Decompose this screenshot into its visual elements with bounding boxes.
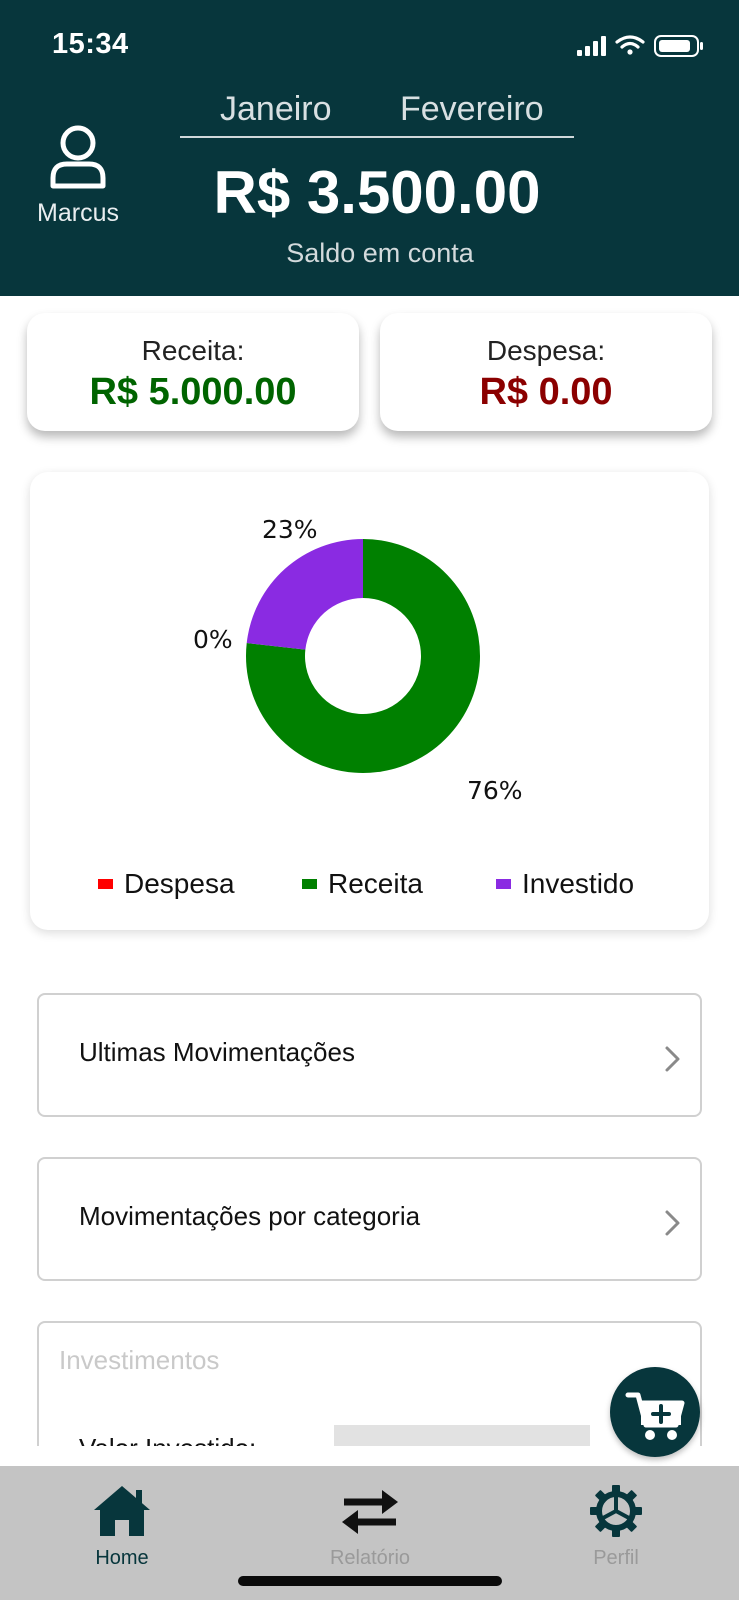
invested-value-placeholder bbox=[334, 1425, 590, 1447]
transactions-by-category-row[interactable]: Movimentações por categoria bbox=[37, 1157, 702, 1281]
investments-title: Investimentos bbox=[59, 1345, 220, 1375]
legend-label-receita: Receita bbox=[328, 868, 423, 899]
legend-swatch-despesa bbox=[98, 879, 113, 889]
slice-label-receita: 76% bbox=[467, 776, 523, 805]
cart-plus-icon bbox=[625, 1392, 685, 1440]
battery-icon bbox=[654, 35, 703, 57]
tab-report[interactable]: Relatório bbox=[290, 1484, 450, 1570]
legend-swatch-receita bbox=[302, 879, 317, 889]
income-value: R$ 5.000.00 bbox=[89, 371, 297, 413]
add-transaction-button[interactable] bbox=[610, 1367, 700, 1457]
signal-icon bbox=[577, 36, 606, 56]
month-selector[interactable]: Janeiro Fevereiro bbox=[180, 88, 574, 138]
tab-profile-label: Perfil bbox=[593, 1547, 639, 1569]
donut-slice-investido bbox=[246, 539, 363, 650]
wifi-icon bbox=[615, 35, 645, 55]
legend-label-despesa: Despesa bbox=[124, 868, 235, 899]
legend-item-investido: Investido bbox=[496, 868, 634, 900]
account-balance: R$ 3.500.00 bbox=[213, 159, 541, 226]
transactions-by-category-label: Movimentações por categoria bbox=[79, 1201, 421, 1231]
recent-transactions-row[interactable]: Ultimas Movimentações bbox=[37, 993, 702, 1117]
income-label: Receita: bbox=[141, 335, 245, 366]
tab-home[interactable]: Home bbox=[42, 1484, 202, 1570]
gear-icon bbox=[590, 1485, 642, 1537]
expense-card: Despesa: R$ 0.00 bbox=[380, 313, 712, 431]
month-january[interactable]: Janeiro bbox=[220, 90, 332, 129]
chevron-right-icon bbox=[665, 1210, 680, 1236]
expense-label: Despesa: bbox=[486, 335, 606, 366]
tab-home-label: Home bbox=[95, 1547, 149, 1569]
donut-chart: 0% 76% 23% bbox=[193, 515, 523, 805]
tab-profile[interactable]: Perfil bbox=[536, 1484, 696, 1570]
status-time: 15:34 bbox=[52, 28, 129, 60]
slice-label-despesa: 0% bbox=[193, 625, 233, 654]
balance-label: Saldo em conta bbox=[286, 238, 474, 268]
legend-item-receita: Receita bbox=[302, 868, 423, 900]
header: 15:34 Marcus Janeiro Fevereiro R$ 3.500.… bbox=[0, 0, 739, 296]
income-card: Receita: R$ 5.000.00 bbox=[27, 313, 359, 431]
chart-legend: Despesa Receita Investido bbox=[30, 868, 709, 908]
tab-report-label: Relatório bbox=[329, 1547, 411, 1569]
expense-value: R$ 0.00 bbox=[479, 371, 613, 413]
chart-card: 0% 76% 23% Despesa Receita Investido bbox=[30, 472, 709, 930]
home-indicator bbox=[238, 1576, 502, 1586]
month-february[interactable]: Fevereiro bbox=[400, 90, 544, 129]
slice-label-investido: 23% bbox=[262, 515, 318, 544]
legend-label-investido: Investido bbox=[522, 868, 635, 899]
home-icon bbox=[94, 1486, 150, 1536]
legend-swatch-investido bbox=[496, 879, 511, 889]
recent-transactions-label: Ultimas Movimentações bbox=[79, 1037, 355, 1067]
legend-item-despesa: Despesa bbox=[98, 868, 235, 900]
swap-arrows-icon bbox=[342, 1490, 398, 1534]
chevron-right-icon bbox=[665, 1046, 680, 1072]
status-icons bbox=[577, 35, 703, 57]
app-screen: 15:34 Marcus Janeiro Fevereiro R$ 3.500.… bbox=[0, 0, 739, 1600]
